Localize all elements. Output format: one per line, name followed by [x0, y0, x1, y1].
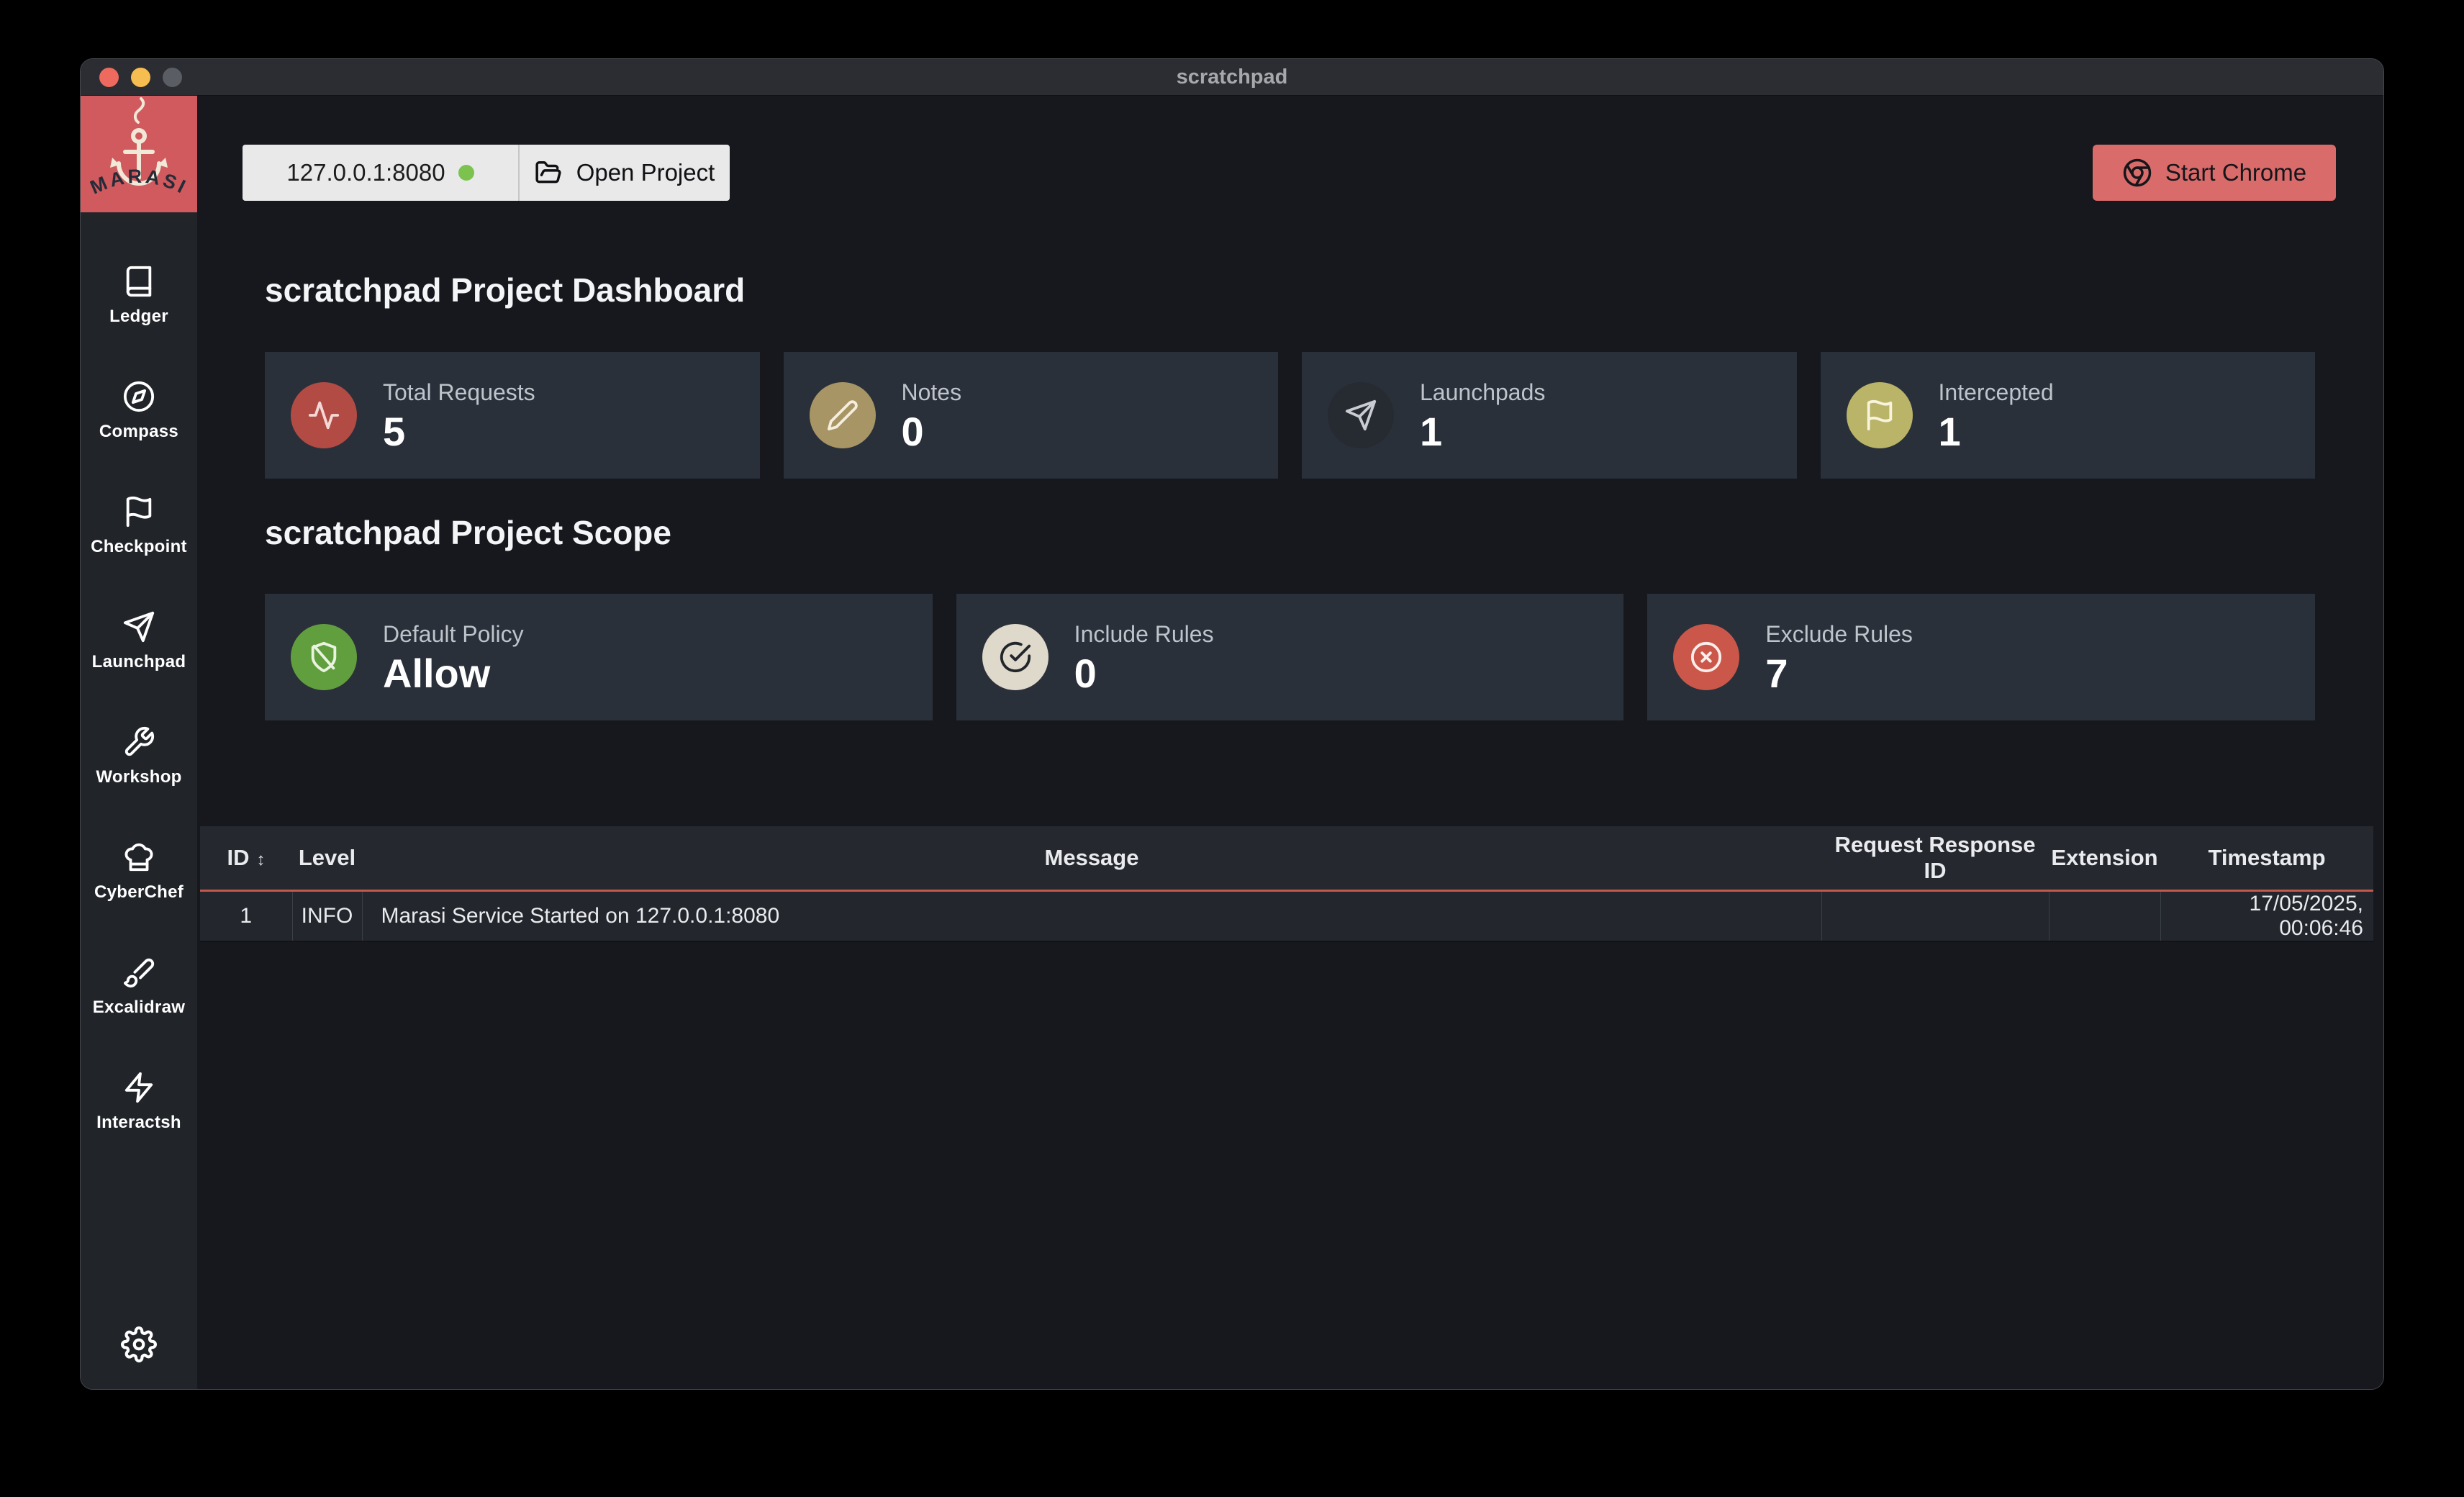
stat-label: Intercepted — [1939, 379, 2054, 406]
cell-message: Marasi Service Started on 127.0.0.1:8080 — [362, 891, 1821, 942]
sidebar-item-compass[interactable]: Compass — [81, 353, 197, 469]
stat-label: Notes — [902, 379, 962, 406]
sidebar-item-launchpad[interactable]: Launchpad — [81, 584, 197, 699]
status-dot — [458, 165, 474, 181]
proxy-address-text: 127.0.0.1:8080 — [286, 159, 445, 186]
zoom-window-button[interactable] — [163, 68, 182, 87]
stat-card-launchpads: Launchpads 1 — [1302, 352, 1797, 479]
open-project-label: Open Project — [576, 159, 715, 186]
stat-label: Launchpads — [1420, 379, 1545, 406]
scope-title: scratchpad Project Scope — [265, 513, 671, 553]
minimize-window-button[interactable] — [131, 68, 150, 87]
start-chrome-label: Start Chrome — [2165, 159, 2306, 186]
sidebar-item-interactsh[interactable]: Interactsh — [81, 1044, 197, 1159]
proxy-address[interactable]: 127.0.0.1:8080 — [243, 145, 520, 201]
scope-value: 7 — [1765, 653, 1913, 694]
col-header-level[interactable]: Level — [292, 826, 362, 891]
send-icon — [1344, 399, 1377, 432]
toolbar: 127.0.0.1:8080 Open Project Start Chrome — [243, 145, 2336, 201]
sidebar-item-workshop[interactable]: Workshop — [81, 699, 197, 814]
sidebar-nav: Ledger Compass Checkpoint Launchpad Work… — [81, 212, 197, 1159]
pencil-icon — [826, 399, 859, 432]
anchor-chain — [135, 99, 143, 122]
stat-value: 0 — [902, 412, 962, 452]
open-project-button[interactable]: Open Project — [520, 145, 730, 201]
cell-level: INFO — [292, 891, 362, 942]
chrome-icon — [2122, 158, 2152, 188]
sidebar-item-excalidraw[interactable]: Excalidraw — [81, 929, 197, 1044]
scope-badge — [1673, 624, 1739, 690]
window-title: scratchpad — [1177, 65, 1288, 89]
flag-icon — [122, 495, 155, 528]
stat-card-intercepted: Intercepted 1 — [1821, 352, 2316, 479]
gear-icon — [121, 1326, 157, 1362]
paintbrush-icon — [122, 956, 155, 989]
stat-badge — [1847, 382, 1913, 448]
settings-button[interactable] — [121, 1326, 157, 1362]
sidebar-item-ledger[interactable]: Ledger — [81, 238, 197, 353]
wrench-icon — [122, 725, 155, 759]
proxy-address-group: 127.0.0.1:8080 Open Project — [243, 145, 730, 201]
log-table-header-row: ID↕ Level Message Request Response ID Ex… — [200, 826, 2373, 891]
send-icon — [122, 610, 155, 643]
chef-hat-icon — [122, 841, 155, 874]
scope-row: Default Policy Allow Include Rules 0 — [265, 594, 2315, 720]
anchor-logo-icon: MARASI — [81, 96, 197, 212]
circle-x-icon — [1690, 641, 1723, 674]
col-header-message[interactable]: Message — [362, 826, 1821, 891]
scope-badge — [982, 624, 1048, 690]
cell-timestamp: 17/05/2025, 00:06:46 — [2160, 891, 2373, 942]
stat-value: 5 — [383, 412, 535, 452]
stat-badge — [291, 382, 357, 448]
compass-icon — [122, 380, 155, 413]
circle-check-icon — [999, 641, 1032, 674]
scope-label: Include Rules — [1074, 621, 1214, 648]
scope-card-include-rules: Include Rules 0 — [956, 594, 1624, 720]
scope-card-default-policy: Default Policy Allow — [265, 594, 933, 720]
book-icon — [122, 265, 155, 298]
activity-icon — [307, 399, 340, 432]
col-header-extension[interactable]: Extension — [2049, 826, 2160, 891]
sidebar-item-checkpoint[interactable]: Checkpoint — [81, 469, 197, 584]
titlebar: scratchpad — [81, 59, 2383, 96]
stat-value: 1 — [1939, 412, 2054, 452]
sort-icon: ↕ — [257, 850, 266, 869]
app-window: scratchpad MARASI — [80, 58, 2384, 1390]
sidebar: MARASI Ledger Compass Checkpoint — [81, 96, 197, 1390]
scope-card-exclude-rules: Exclude Rules 7 — [1647, 594, 2315, 720]
scope-value: Allow — [383, 653, 524, 694]
folder-open-icon — [535, 159, 562, 186]
col-header-timestamp[interactable]: Timestamp — [2160, 826, 2373, 891]
start-chrome-button[interactable]: Start Chrome — [2093, 145, 2336, 201]
main-content: 127.0.0.1:8080 Open Project Start Chrome… — [197, 96, 2383, 1390]
marasi-logo: MARASI — [81, 96, 197, 212]
shield-off-icon — [307, 641, 340, 674]
scope-badge — [291, 624, 357, 690]
stats-row: Total Requests 5 Notes 0 — [265, 352, 2315, 479]
stat-card-total-requests: Total Requests 5 — [265, 352, 760, 479]
traffic-lights — [99, 59, 182, 95]
scope-value: 0 — [1074, 653, 1214, 694]
stat-value: 1 — [1420, 412, 1545, 452]
scope-label: Default Policy — [383, 621, 524, 648]
stat-card-notes: Notes 0 — [784, 352, 1279, 479]
zap-icon — [122, 1071, 155, 1104]
svg-text:MARASI: MARASI — [87, 166, 191, 199]
cell-id: 1 — [200, 891, 292, 942]
close-window-button[interactable] — [99, 68, 119, 87]
col-header-request-response-id[interactable]: Request Response ID — [1821, 826, 2049, 891]
log-row[interactable]: 1 INFO Marasi Service Started on 127.0.0… — [200, 891, 2373, 942]
col-header-id[interactable]: ID↕ — [200, 826, 292, 891]
sidebar-item-cyberchef[interactable]: CyberChef — [81, 814, 197, 929]
cell-extension — [2049, 891, 2160, 942]
flag-icon — [1863, 399, 1896, 432]
log-table: ID↕ Level Message Request Response ID Ex… — [200, 826, 2373, 942]
stat-label: Total Requests — [383, 379, 535, 406]
stat-badge — [1328, 382, 1394, 448]
cell-request-response-id — [1821, 891, 2049, 942]
stat-badge — [810, 382, 876, 448]
dashboard-title: scratchpad Project Dashboard — [265, 271, 745, 310]
scope-label: Exclude Rules — [1765, 621, 1913, 648]
logo-text: MARASI — [87, 166, 191, 199]
